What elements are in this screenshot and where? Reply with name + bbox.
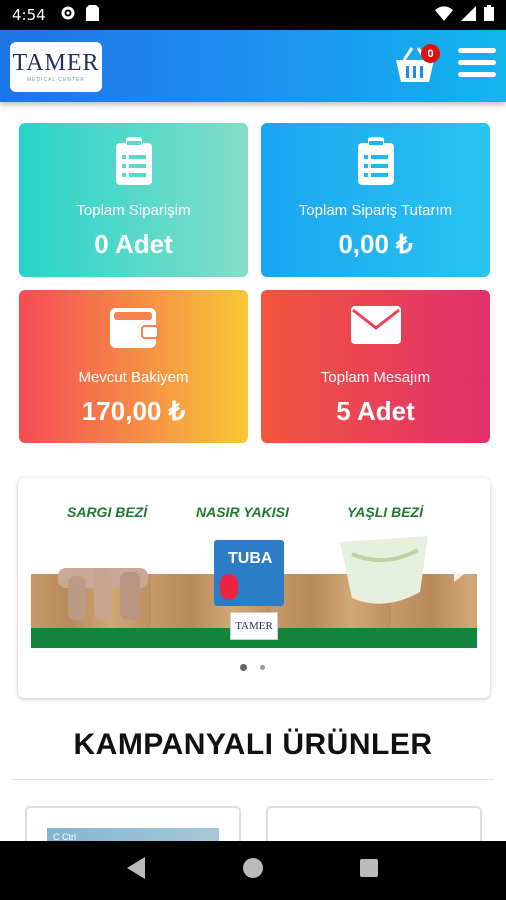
tuba-label: TUBA: [228, 550, 273, 567]
back-icon[interactable]: [127, 857, 147, 884]
orders-total-label: Toplam Sipariş Tutarım: [298, 202, 453, 219]
slider-dot-active[interactable]: [240, 664, 247, 671]
sim-card-icon: [85, 5, 99, 25]
signal-icon: [461, 5, 476, 25]
adult-diaper-image: [340, 536, 428, 604]
chevron-right-icon[interactable]: [450, 558, 472, 584]
home-icon[interactable]: [242, 857, 264, 884]
orders-total-value: 0,00 ₺: [338, 229, 413, 259]
orders-count-card[interactable]: Toplam Siparişim 0 Adet: [19, 123, 248, 277]
brand-logo-text: TAMER: [12, 50, 100, 76]
menu-line: [458, 48, 496, 53]
orders-count-label: Toplam Siparişim: [76, 202, 191, 219]
hamburger-menu-button[interactable]: [458, 48, 496, 82]
promo-banner-slider[interactable]: SARGI BEZİ NASIR YAKISI YAŞLI BEZİ TUBA …: [18, 478, 490, 698]
campaign-section-title: KAMPANYALI ÜRÜNLER: [73, 728, 433, 761]
tuba-product-box: TUBA: [214, 540, 284, 606]
orders-total-card[interactable]: Toplam Sipariş Tutarım 0,00 ₺: [261, 123, 490, 277]
banner-floor-logo-text: TAMER: [235, 620, 273, 632]
foot-icon: [220, 574, 238, 600]
wallet-icon: [108, 304, 160, 355]
banner-title-nasir: NASIR YAKISI: [196, 504, 289, 520]
balance-value: 170,00 ₺: [81, 396, 186, 426]
section-divider: [12, 779, 494, 780]
balance-card[interactable]: Mevcut Bakiyem 170,00 ₺: [19, 290, 248, 443]
banner-title-sargi: SARGI BEZİ: [67, 504, 148, 520]
brand-logo[interactable]: TAMER MEDICAL CENTER: [10, 42, 102, 92]
recents-icon[interactable]: [359, 858, 379, 883]
menu-line: [458, 72, 496, 77]
battery-icon: [484, 5, 494, 25]
slider-dot[interactable]: [260, 665, 265, 670]
messages-label: Toplam Mesajım: [320, 369, 431, 386]
status-time: 4:54: [12, 6, 46, 24]
clipboard-icon: [114, 137, 154, 190]
android-nav-bar: [0, 841, 506, 900]
clipboard-icon: [356, 137, 396, 190]
cart-count-badge: 0: [421, 44, 440, 63]
envelope-icon: [349, 304, 403, 351]
bandage-rolls-image: [58, 568, 148, 620]
banner-title-yasli: YAŞLI BEZİ: [347, 504, 423, 520]
status-bar: 4:54: [0, 0, 506, 30]
gear-icon: [60, 5, 76, 25]
banner-floor-logo: TAMER: [230, 612, 278, 640]
orders-count-value: 0 Adet: [94, 229, 173, 259]
brand-logo-subtitle: MEDICAL CENTER: [27, 77, 85, 83]
balance-label: Mevcut Bakiyem: [78, 369, 189, 386]
wifi-icon: [435, 5, 453, 25]
app-bar: TAMER MEDICAL CENTER 0: [0, 30, 506, 102]
menu-line: [458, 60, 496, 65]
messages-value: 5 Adet: [336, 396, 415, 426]
cart-button[interactable]: 0: [392, 44, 442, 88]
messages-card[interactable]: Toplam Mesajım 5 Adet: [261, 290, 490, 443]
